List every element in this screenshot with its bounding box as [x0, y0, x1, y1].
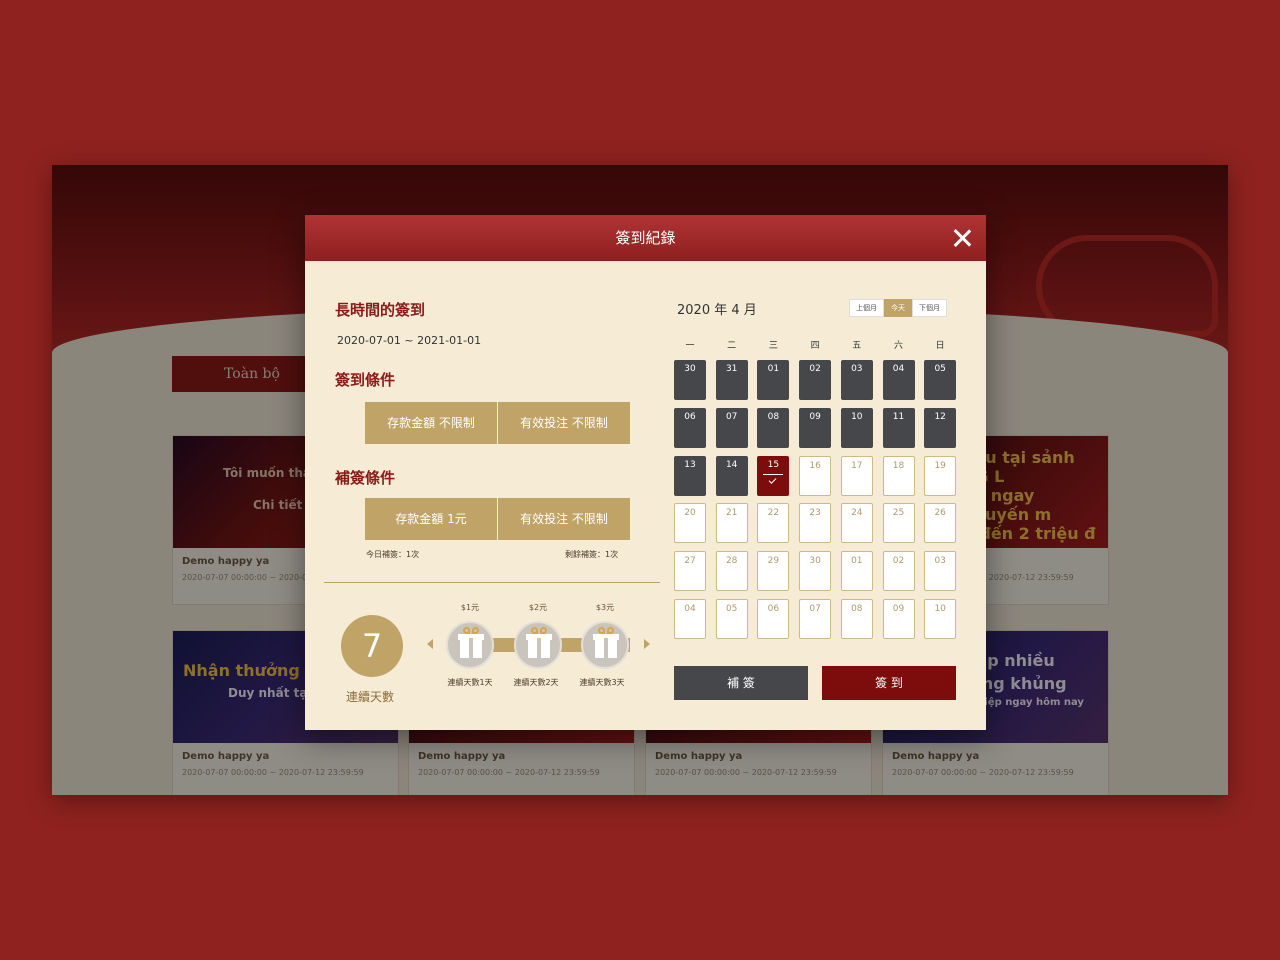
weekday-label: 四 — [810, 341, 820, 351]
reward-label: 連續天數3天 — [579, 678, 625, 687]
gift-icon[interactable] — [446, 621, 494, 669]
consecutive-days-count: 7 — [341, 615, 403, 677]
calendar-day[interactable]: 17 — [840, 455, 873, 496]
weekday-label: 日 — [935, 341, 945, 351]
bet-condition: 有效投注 不限制 — [498, 402, 630, 444]
remaining-makeup-count: 剩餘補簽：1次 — [565, 550, 619, 559]
makeup-conditions: 存款金額 1元 有效投注 不限制 — [365, 498, 630, 540]
calendar-day[interactable]: 02 — [799, 360, 832, 400]
weekday-label: 五 — [852, 341, 862, 351]
calendar-day[interactable]: 30 — [674, 360, 706, 400]
gift-icon[interactable] — [581, 621, 629, 669]
weekday-label: 六 — [893, 341, 903, 351]
calendar-day[interactable]: 03 — [924, 551, 957, 592]
signin-conditions: 存款金額 不限制 有效投注 不限制 — [365, 402, 630, 444]
calendar-day[interactable]: 14 — [715, 455, 748, 496]
calendar-day[interactable]: 19 — [924, 455, 957, 496]
consecutive-days-label: 連續天數 — [346, 690, 395, 704]
calendar-day[interactable]: 08 — [757, 407, 790, 448]
weekday-label: 一 — [685, 341, 695, 351]
calendar-day[interactable]: 16 — [799, 455, 832, 496]
next-month-button[interactable]: 下個月 — [912, 299, 947, 317]
reward-price: $2元 — [528, 603, 548, 612]
reward-next-arrow-icon[interactable] — [644, 639, 650, 649]
calendar-day[interactable]: 06 — [674, 407, 706, 448]
calendar-day[interactable]: 07 — [715, 407, 748, 448]
calendar-day[interactable]: 13 — [674, 455, 706, 496]
calendar-day[interactable]: 20 — [674, 503, 706, 544]
prev-month-button[interactable]: 上個月 — [849, 299, 884, 317]
calendar-day[interactable]: 10 — [924, 599, 957, 639]
check-icon — [769, 475, 777, 484]
calendar-day[interactable]: 30 — [799, 551, 832, 592]
calendar-title: 2020 年 4 月 — [677, 303, 757, 318]
calendar-day[interactable]: 10 — [840, 407, 873, 448]
divider — [324, 582, 660, 583]
reward-label: 連續天數2天 — [513, 678, 559, 687]
calendar-day[interactable]: 11 — [882, 407, 915, 448]
today-makeup-count: 今日補簽：1次 — [366, 550, 420, 559]
calendar-day[interactable]: 01 — [840, 551, 873, 592]
makeup-bet-condition: 有效投注 不限制 — [498, 498, 630, 540]
calendar-day[interactable]: 27 — [674, 551, 706, 592]
signin-record-modal: 簽到紀錄 長時間的簽到 2020-07-01 ~ 2021-01-01 簽到條件… — [305, 215, 986, 730]
calendar-day[interactable]: 05 — [924, 360, 957, 400]
calendar-day[interactable]: 04 — [882, 360, 915, 400]
calendar-day[interactable]: 03 — [840, 360, 873, 400]
weekday-label: 三 — [768, 341, 778, 351]
close-icon[interactable] — [950, 226, 974, 250]
calendar-day[interactable]: 15 — [757, 455, 790, 496]
deposit-condition: 存款金額 不限制 — [365, 402, 498, 444]
long-signin-heading: 長時間的簽到 — [335, 301, 426, 319]
weekday-label: 二 — [727, 341, 737, 351]
makeup-signin-button[interactable]: 補 簽 — [674, 666, 808, 700]
reward-price: $3元 — [595, 603, 615, 612]
calendar-day[interactable]: 09 — [882, 599, 915, 639]
gift-icon[interactable] — [514, 621, 562, 669]
calendar-day[interactable]: 04 — [674, 599, 706, 639]
reward-price: $1元 — [460, 603, 480, 612]
calendar-day[interactable]: 31 — [715, 360, 748, 400]
makeup-deposit-condition: 存款金額 1元 — [365, 498, 498, 540]
calendar-day[interactable]: 06 — [757, 599, 790, 639]
reward-label: 連續天數1天 — [447, 678, 493, 687]
calendar-day[interactable]: 23 — [799, 503, 832, 544]
calendar-day[interactable]: 29 — [757, 551, 790, 592]
calendar-day[interactable]: 26 — [924, 503, 957, 544]
calendar-day[interactable]: 21 — [715, 503, 748, 544]
signin-button[interactable]: 簽 到 — [822, 666, 956, 700]
calendar-day[interactable]: 24 — [840, 503, 873, 544]
calendar-day[interactable]: 01 — [757, 360, 790, 400]
signin-condition-heading: 簽到條件 — [335, 371, 396, 389]
calendar-day[interactable]: 07 — [799, 599, 832, 639]
today-button[interactable]: 今天 — [884, 299, 912, 317]
month-nav: 上個月 今天 下個月 — [849, 299, 947, 317]
calendar-day[interactable]: 28 — [715, 551, 748, 592]
modal-title: 簽到紀錄 — [615, 229, 676, 247]
calendar-day[interactable]: 12 — [924, 407, 957, 448]
calendar-day[interactable]: 02 — [882, 551, 915, 592]
calendar-day[interactable]: 18 — [882, 455, 915, 496]
calendar-day[interactable]: 09 — [799, 407, 832, 448]
makeup-condition-heading: 補簽條件 — [335, 469, 396, 487]
calendar-day[interactable]: 25 — [882, 503, 915, 544]
calendar-day[interactable]: 05 — [715, 599, 748, 639]
calendar-day[interactable]: 22 — [757, 503, 790, 544]
date-range: 2020-07-01 ~ 2021-01-01 — [337, 334, 482, 347]
calendar-day[interactable]: 08 — [840, 599, 873, 639]
reward-prev-arrow-icon[interactable] — [427, 639, 433, 649]
modal-header: 簽到紀錄 — [305, 215, 986, 261]
